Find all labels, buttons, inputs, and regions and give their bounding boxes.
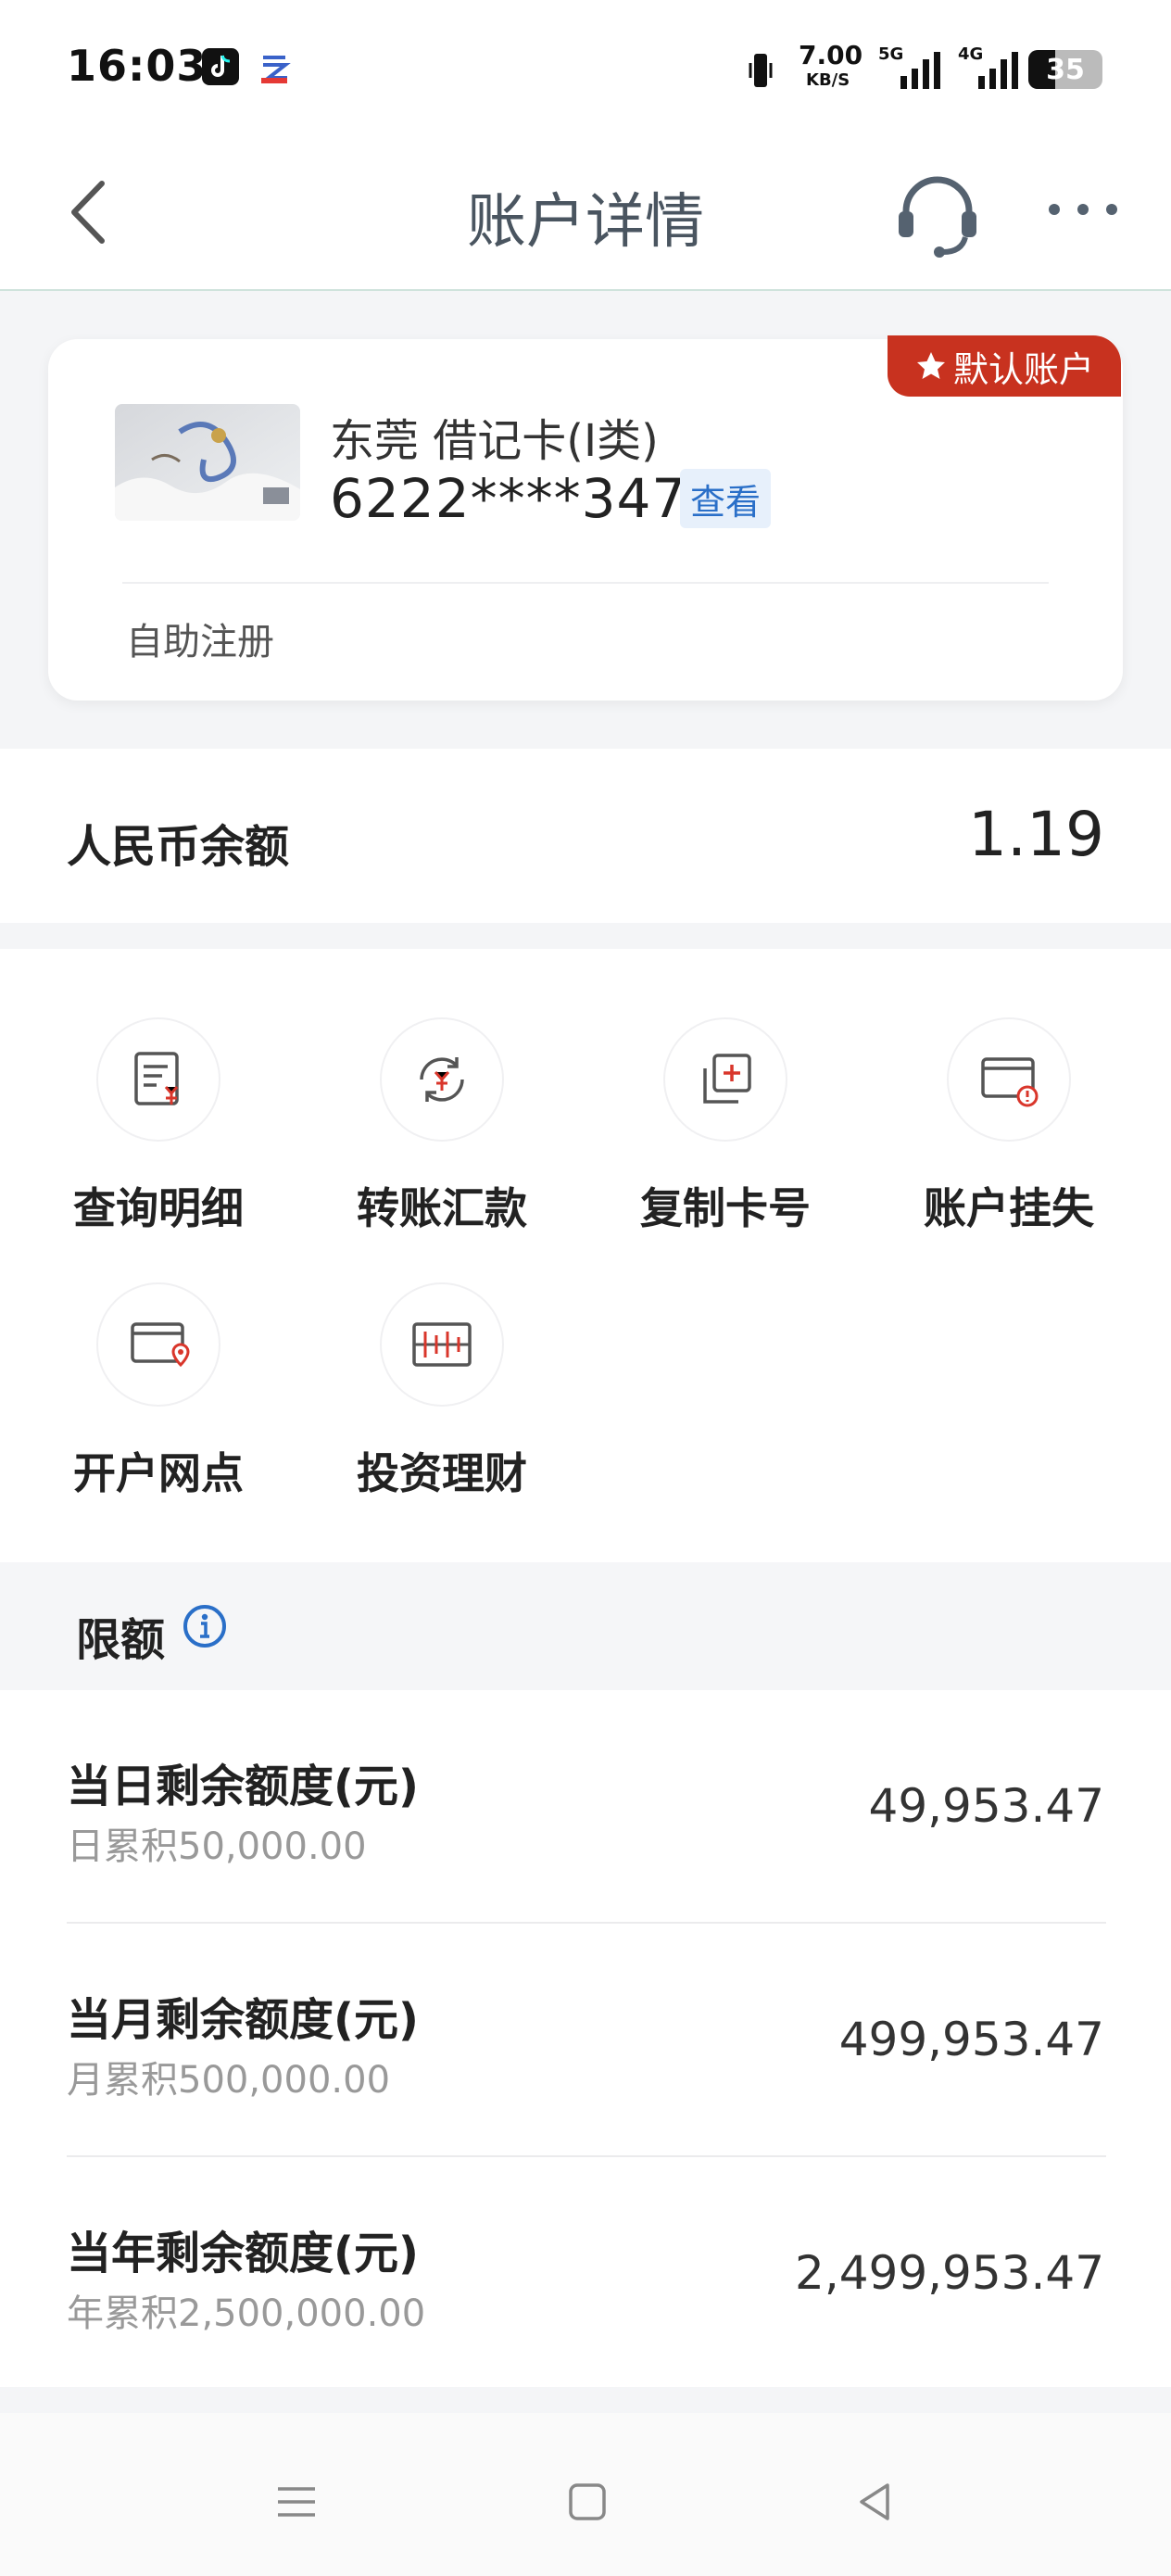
- limit-divider: [67, 1922, 1106, 1924]
- limits-header: [0, 1562, 1171, 1690]
- net-speed: 7.00: [799, 40, 863, 70]
- investment-button[interactable]: 投资理财: [300, 1282, 584, 1505]
- statement-icon: [96, 1017, 220, 1142]
- balance-label: 人民币余额: [67, 821, 290, 873]
- query-details-button[interactable]: 查询明细: [17, 1017, 300, 1240]
- function-label: 查询明细: [73, 1183, 244, 1233]
- monthly-limit-value: 499,953.47: [838, 2013, 1104, 2066]
- daily-limit-sub: 日累积50,000.00: [67, 1825, 367, 1868]
- daily-limit-value: 49,953.47: [868, 1779, 1104, 1833]
- copy-card-number-button[interactable]: 复制卡号: [584, 1017, 867, 1240]
- home-square-icon: [569, 2483, 606, 2520]
- branch-location-button[interactable]: 开户网点: [17, 1282, 300, 1505]
- status-time: 16:03: [67, 41, 208, 91]
- page-title: 账户详情: [467, 188, 704, 257]
- more-dots-icon: [1049, 204, 1117, 215]
- default-badge-label: 默认账户: [952, 348, 1094, 390]
- default-account-badge: 默认账户: [888, 335, 1121, 397]
- battery-icon: 35: [1028, 50, 1102, 89]
- transfer-button[interactable]: 转账汇款: [300, 1017, 584, 1240]
- transfer-icon: [380, 1017, 504, 1142]
- yearly-limit-title: 当年剩余额度(元): [67, 2228, 419, 2279]
- balance-value: 1.19: [968, 799, 1104, 870]
- report-loss-button[interactable]: 账户挂失: [867, 1017, 1151, 1240]
- signal-icon: [895, 50, 945, 91]
- function-label: 复制卡号: [640, 1183, 811, 1233]
- limit-divider: [67, 2155, 1106, 2157]
- app-notification-icon: [256, 48, 293, 85]
- back-nav-button[interactable]: [847, 2474, 902, 2530]
- yearly-limit-sub: 年累积2,500,000.00: [67, 2292, 426, 2335]
- star-icon: [916, 352, 945, 379]
- yearly-limit-value: 2,499,953.47: [795, 2246, 1104, 2300]
- branch-location-icon: [96, 1282, 220, 1407]
- function-label: 转账汇款: [357, 1183, 527, 1233]
- view-card-number-button[interactable]: 查看: [680, 469, 771, 528]
- net-speed-unit: KB/S: [806, 70, 850, 90]
- card-divider: [122, 582, 1049, 584]
- signal-icon: [973, 50, 1023, 91]
- copy-card-icon: [663, 1017, 787, 1142]
- monthly-limit-title: 当月剩余额度(元): [67, 1994, 419, 2046]
- battery-level: 35: [1046, 53, 1085, 86]
- self-register-link[interactable]: 自助注册: [126, 612, 274, 665]
- menu-nav-button[interactable]: [269, 2474, 324, 2530]
- more-options-button[interactable]: [1043, 182, 1123, 237]
- card-number: 6222****3479: [330, 467, 723, 530]
- home-nav-button[interactable]: [560, 2474, 615, 2530]
- invest-icon: [380, 1282, 504, 1407]
- function-label: 开户网点: [73, 1448, 244, 1498]
- daily-limit-title: 当日剩余额度(元): [67, 1761, 419, 1812]
- function-label: 账户挂失: [924, 1183, 1094, 1233]
- customer-service-button[interactable]: [891, 167, 984, 259]
- monthly-limit-sub: 月累积500,000.00: [67, 2059, 391, 2102]
- function-label: 投资理财: [357, 1448, 527, 1498]
- report-loss-icon: [947, 1017, 1071, 1142]
- headset-icon: [899, 176, 976, 258]
- vibrate-icon: [747, 50, 774, 91]
- back-triangle-icon: [860, 2483, 889, 2520]
- info-icon[interactable]: [182, 1603, 228, 1649]
- card-name: 东莞 借记卡(I类): [330, 415, 659, 467]
- tiktok-icon: [202, 48, 239, 85]
- bank-card-image: [115, 404, 300, 521]
- menu-lines-icon: [278, 2487, 315, 2517]
- limits-title: 限额: [76, 1614, 166, 1666]
